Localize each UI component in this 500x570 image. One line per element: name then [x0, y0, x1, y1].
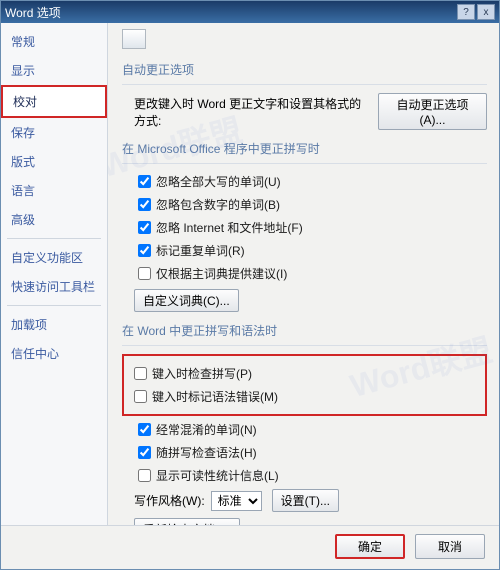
ok-button[interactable]: 确定	[335, 534, 405, 559]
sidebar-item-1[interactable]: 显示	[1, 56, 107, 85]
spellgrammar-opt-checkbox-0[interactable]	[138, 423, 151, 436]
spellcheck-opt-checkbox-1[interactable]	[134, 390, 147, 403]
window-title: Word 选项	[5, 4, 61, 21]
spellgrammar-opt-label-1: 随拼写检查语法(H)	[156, 444, 257, 461]
sidebar-item-100[interactable]: 自定义功能区	[1, 243, 107, 272]
sidebar-item-6[interactable]: 高级	[1, 205, 107, 234]
title-bar: Word 选项 ? x	[1, 1, 499, 23]
writing-style-settings-button[interactable]: 设置(T)...	[272, 489, 339, 512]
close-button[interactable]: x	[477, 4, 495, 20]
spellcheck-opt-label-1: 键入时标记语法错误(M)	[152, 388, 278, 405]
sidebar-item-5[interactable]: 语言	[1, 176, 107, 205]
sidebar-item-200[interactable]: 加载项	[1, 310, 107, 339]
sidebar-item-0[interactable]: 常规	[1, 27, 107, 56]
autocorrect-text: 更改键入时 Word 更正文字和设置其格式的方式:	[134, 95, 370, 129]
sidebar-item-201[interactable]: 信任中心	[1, 339, 107, 368]
recheck-document-button[interactable]: 重新检查文档(K)	[134, 518, 240, 525]
writing-style-label: 写作风格(W):	[134, 492, 205, 509]
writing-style-select[interactable]: 标准	[211, 491, 262, 511]
autocorrect-options-button[interactable]: 自动更正选项(A)...	[378, 93, 487, 130]
word-options-dialog: Word 选项 ? x 常规显示校对保存版式语言高级 自定义功能区快速访问工具栏…	[0, 0, 500, 570]
office-opt-checkbox-2[interactable]	[138, 221, 151, 234]
office-opt-checkbox-3[interactable]	[138, 244, 151, 257]
spellcheck-opt-checkbox-0[interactable]	[134, 367, 147, 380]
custom-dictionaries-button[interactable]: 自定义词典(C)...	[134, 289, 239, 312]
highlighted-spellcheck-options: 键入时检查拼写(P) 键入时标记语法错误(M)	[122, 354, 487, 416]
spellgrammar-opt-checkbox-1[interactable]	[138, 446, 151, 459]
sidebar-item-2[interactable]: 校对	[1, 85, 107, 118]
office-opt-label-0: 忽略全部大写的单词(U)	[156, 173, 281, 190]
category-sidebar: 常规显示校对保存版式语言高级 自定义功能区快速访问工具栏 加载项信任中心	[1, 23, 108, 525]
content-panel: Word联盟 Word联盟 自动更正选项 更改键入时 Word 更正文字和设置其…	[108, 23, 499, 525]
header-icon	[122, 29, 146, 49]
sidebar-item-101[interactable]: 快速访问工具栏	[1, 272, 107, 301]
group-autocorrect: 自动更正选项	[122, 55, 487, 85]
office-opt-label-3: 标记重复单词(R)	[156, 242, 245, 259]
spellcheck-opt-label-0: 键入时检查拼写(P)	[152, 365, 252, 382]
sidebar-item-3[interactable]: 保存	[1, 118, 107, 147]
spellgrammar-opt-label-0: 经常混淆的单词(N)	[156, 421, 257, 438]
spellgrammar-opt-label-2: 显示可读性统计信息(L)	[156, 467, 279, 484]
spellgrammar-opt-checkbox-2[interactable]	[138, 469, 151, 482]
cancel-button[interactable]: 取消	[415, 534, 485, 559]
group-office-spelling: 在 Microsoft Office 程序中更正拼写时	[122, 134, 487, 164]
office-opt-checkbox-4[interactable]	[138, 267, 151, 280]
office-opt-label-2: 忽略 Internet 和文件地址(F)	[156, 219, 303, 236]
office-opt-label-4: 仅根据主词典提供建议(I)	[156, 265, 287, 282]
group-word-spelling: 在 Word 中更正拼写和语法时	[122, 316, 487, 346]
office-opt-checkbox-1[interactable]	[138, 198, 151, 211]
office-opt-label-1: 忽略包含数字的单词(B)	[156, 196, 280, 213]
office-opt-checkbox-0[interactable]	[138, 175, 151, 188]
help-button[interactable]: ?	[457, 4, 475, 20]
dialog-buttons: 确定 取消	[1, 525, 499, 569]
sidebar-item-4[interactable]: 版式	[1, 147, 107, 176]
